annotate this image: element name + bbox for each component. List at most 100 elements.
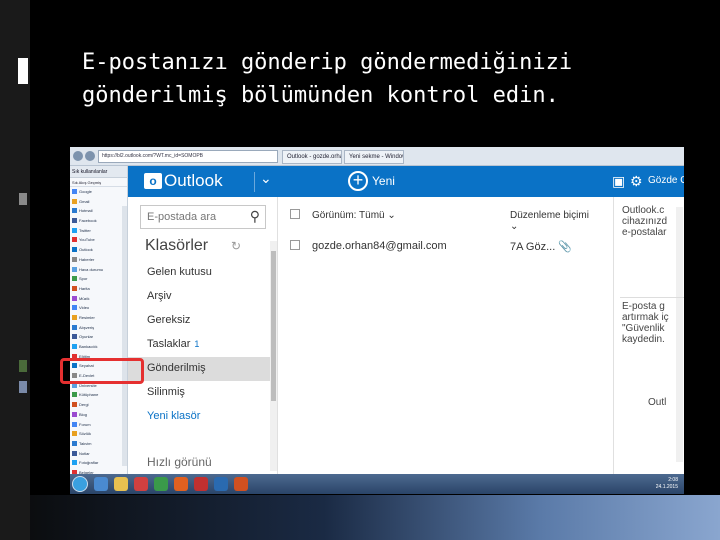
windows-taskbar: 2:08 24.1.2015 (70, 474, 684, 494)
user-name[interactable]: Gözde O (648, 175, 684, 186)
search-icon[interactable]: ⚲ (250, 208, 260, 225)
folder-icon[interactable] (114, 477, 128, 491)
quick-views-heading: Hızlı görünü (147, 455, 212, 469)
message-time: 7A Göz... 📎 (510, 240, 572, 253)
folder-junk[interactable]: Gereksiz (128, 309, 277, 333)
select-all-checkbox[interactable] (290, 209, 300, 220)
favorite-item[interactable]: Harita (70, 284, 127, 294)
favorite-item[interactable]: Resimler (70, 313, 127, 323)
message-time-text: 7A Göz... (510, 241, 556, 253)
folder-deleted[interactable]: Silinmiş (128, 381, 277, 405)
folder-label: Gereksiz (147, 314, 191, 326)
message-row[interactable]: gozde.orhan84@gmail.com 7A Göz... 📎 (290, 239, 600, 255)
favorite-item[interactable]: Kütüphane (70, 390, 127, 400)
folder-pane: E-postada ara ⚲ Klasörler ↻ Gelen kutusu… (128, 197, 277, 474)
slide-title-line2: gönderilmiş bölümünden kontrol edin. (82, 83, 559, 108)
chat-icon[interactable]: ▣ (612, 173, 625, 190)
favorite-item[interactable]: Twitter (70, 226, 127, 236)
favorite-item[interactable]: Sözlük (70, 429, 127, 439)
favorite-item[interactable]: Notlar (70, 449, 127, 459)
favorite-item[interactable]: Oyunlar (70, 332, 127, 342)
favorite-item[interactable]: Hava durumu (70, 265, 127, 275)
sort-dropdown[interactable]: Düzenleme biçimi ⌄ (510, 210, 600, 232)
favorite-item[interactable]: Takvim (70, 439, 127, 449)
favorite-item[interactable]: Spor (70, 274, 127, 284)
browser-tab-outlook[interactable]: Outlook - gozde.orhan84@... (282, 150, 342, 164)
folder-drafts[interactable]: Taslaklar 1 (128, 333, 277, 357)
header-divider (254, 172, 255, 192)
address-bar[interactable]: https://bl2.outlook.com/?WT.mc_id=SOMOPB (98, 150, 278, 163)
reading-pane-divider (620, 297, 684, 298)
outlook-logo-icon: o (144, 173, 162, 189)
favorites-scrollbar[interactable] (122, 206, 127, 466)
favorite-item[interactable]: Video (70, 303, 127, 313)
folder-sent[interactable]: Gönderilmiş (128, 357, 277, 381)
media-icon[interactable] (134, 477, 148, 491)
favorites-list: Google Gmail Hotmail Facebook Twitter YouTube… (70, 187, 127, 487)
favorite-item[interactable]: Alışveriş (70, 323, 127, 333)
ie-icon[interactable] (94, 477, 108, 491)
word-icon[interactable] (214, 477, 228, 491)
folder-scrollbar[interactable] (270, 241, 277, 471)
outlook-brand[interactable]: Outlook (164, 171, 223, 191)
favorite-item[interactable]: YouTube (70, 235, 127, 245)
chevron-down-icon[interactable]: ⌄ (260, 170, 272, 187)
folder-label: Silinmiş (147, 386, 185, 398)
folder-scrollbar-thumb[interactable] (271, 251, 276, 401)
system-tray-clock[interactable]: 2:08 24.1.2015 (656, 477, 678, 491)
favorite-item[interactable]: Google (70, 187, 127, 197)
browser-tab-new[interactable]: Yeni sekme - Windows (344, 150, 404, 164)
favorite-item[interactable]: Fotoğraflar (70, 458, 127, 468)
folder-archive[interactable]: Arşiv (128, 285, 277, 309)
favorites-header: Sık kullanılanlar (70, 166, 127, 178)
message-list: Görünüm: Tümü ⌄ Düzenleme biçimi ⌄ gozde… (277, 197, 683, 474)
refresh-icon[interactable]: ↻ (231, 239, 241, 253)
outlook-header: o Outlook ⌄ + Yeni ▣ ⚙ Gözde O (128, 166, 684, 197)
sort-label: Düzenleme biçimi (510, 210, 589, 221)
favorite-item[interactable]: Outlook (70, 245, 127, 255)
slide-title-line1: E-postanızı gönderip göndermediğinizi (82, 50, 573, 75)
slide-bottom-band (0, 495, 720, 540)
forward-icon[interactable] (85, 151, 95, 161)
favorites-tabs[interactable]: Sık Akış Geçmiş (70, 178, 127, 187)
sent-folder-highlight (60, 358, 144, 384)
powerpoint-icon[interactable] (234, 477, 248, 491)
new-message-button[interactable]: Yeni (372, 174, 395, 188)
plus-icon[interactable]: + (348, 171, 368, 191)
view-filter-dropdown[interactable]: Görünüm: Tümü ⌄ (312, 210, 396, 221)
firefox-icon[interactable] (174, 477, 188, 491)
favorite-item[interactable]: Blog (70, 410, 127, 420)
message-sender: gozde.orhan84@gmail.com (312, 240, 447, 252)
favorite-item[interactable]: Bankacılık (70, 342, 127, 352)
start-button[interactable] (72, 476, 88, 492)
favorite-item[interactable]: Gmail (70, 197, 127, 207)
favorite-item[interactable]: Forum (70, 420, 127, 430)
favorite-item[interactable]: Haberler (70, 255, 127, 265)
favorite-item[interactable]: Hotmail (70, 206, 127, 216)
chrome-icon[interactable] (154, 477, 168, 491)
browser-toolbar: https://bl2.outlook.com/?WT.mc_id=SOMOPB… (70, 147, 684, 166)
favorite-item[interactable]: Facebook (70, 216, 127, 226)
reading-pane-text: E-posta g (622, 301, 665, 312)
reading-pane-text: e-postalar (622, 227, 667, 238)
folder-inbox[interactable]: Gelen kutusu (128, 261, 277, 285)
slide-title: E-postanızı gönderip göndermediğinizi gö… (82, 46, 702, 112)
reading-pane-text: cihazınızd (622, 216, 668, 227)
gear-icon[interactable]: ⚙ (630, 173, 643, 190)
slide-marker-green (19, 360, 27, 372)
slide-marker-gray (19, 193, 27, 205)
favorite-item[interactable]: Müzik (70, 294, 127, 304)
message-checkbox[interactable] (290, 240, 300, 251)
favorite-item[interactable]: Dergi (70, 400, 127, 410)
slide-marker-blue (19, 381, 27, 393)
reading-pane-text: Outlook.c (622, 205, 665, 216)
drafts-count: 1 (194, 339, 200, 349)
app-icon[interactable] (194, 477, 208, 491)
chevron-down-icon: ⌄ (387, 210, 396, 221)
back-icon[interactable] (73, 151, 83, 161)
search-placeholder: E-postada ara (147, 211, 217, 223)
clock-time: 2:08 (668, 477, 678, 483)
search-input[interactable]: E-postada ara ⚲ (140, 205, 266, 229)
reading-pane-text: kaydedin. (622, 334, 665, 345)
new-folder-link[interactable]: Yeni klasör (128, 405, 277, 429)
